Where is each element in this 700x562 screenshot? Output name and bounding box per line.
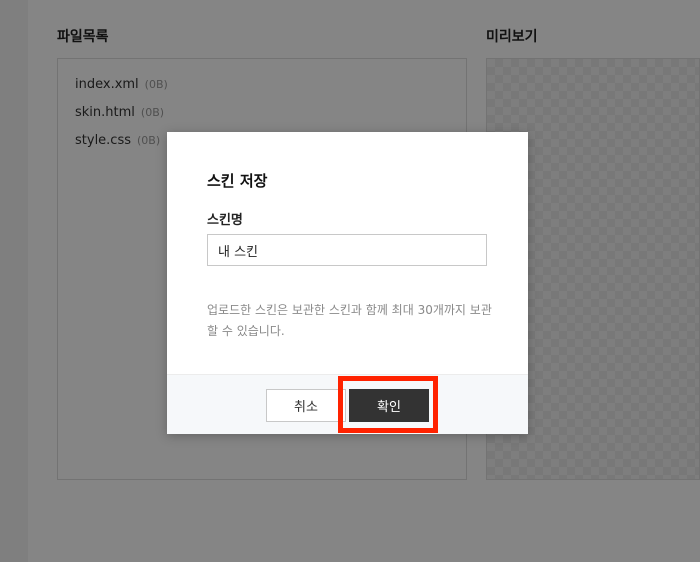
skin-name-label: 스킨명 [207,213,243,228]
dialog-footer: 취소 확인 [167,374,528,434]
help-text: 업로드한 스킨은 보관한 스킨과 함께 최대 30개까지 보관할 수 있습니다. [207,303,492,338]
skin-name-input[interactable] [207,234,487,266]
confirm-button[interactable]: 확인 [349,389,429,422]
dialog-title: 스킨 저장 [207,172,268,190]
save-skin-dialog: 스킨 저장 스킨명 업로드한 스킨은 보관한 스킨과 함께 최대 30개까지 보… [167,132,528,434]
cancel-button[interactable]: 취소 [266,389,346,422]
